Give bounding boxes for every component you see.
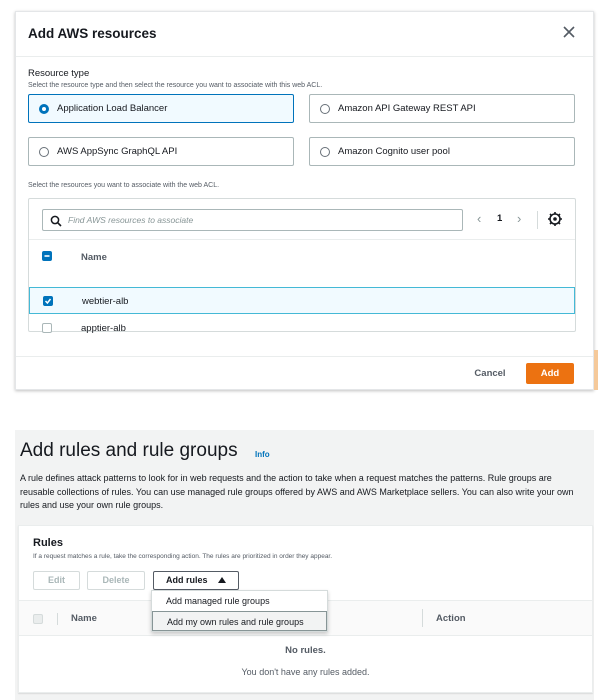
column-header-action[interactable]: Action (436, 613, 466, 624)
add-aws-resources-modal: Add AWS resources Resource type Select t… (15, 11, 594, 390)
search-icon (50, 214, 62, 227)
resource-type-application-load-balancer[interactable]: Application Load Balancer (28, 94, 294, 123)
search-placeholder: Find AWS resources to associate (68, 215, 194, 225)
chevron-right-icon[interactable]: › (517, 211, 521, 226)
resource-type-description: Select the resource type and then select… (28, 82, 323, 89)
close-icon[interactable] (561, 24, 577, 40)
resource-name: apptier-alb (81, 323, 126, 334)
resource-type-label: Application Load Balancer (57, 103, 168, 114)
column-header-name[interactable]: Name (81, 252, 107, 263)
add-button[interactable]: Add (526, 363, 574, 384)
add-rules-dropdown-menu: Add managed rule groups Add my own rules… (151, 590, 328, 632)
empty-state-title: No rules. (285, 645, 326, 656)
row-checkbox-checked[interactable] (43, 296, 53, 306)
chevron-left-icon[interactable]: ‹ (477, 211, 481, 226)
row-checkbox[interactable] (42, 323, 52, 333)
modal-header-divider (16, 56, 593, 57)
modal-footer-divider (16, 356, 593, 357)
select-all-checkbox-disabled[interactable] (33, 614, 43, 624)
column-divider (422, 609, 423, 627)
resource-search-input[interactable]: Find AWS resources to associate (42, 209, 463, 231)
rules-panel-title: Rules (33, 537, 63, 549)
rules-panel-subtitle: If a request matches a rule, take the co… (33, 553, 333, 560)
rules-table-header-divider (19, 635, 592, 636)
resource-type-api-gateway[interactable]: Amazon API Gateway REST API (309, 94, 575, 123)
gear-icon[interactable] (547, 211, 563, 227)
table-header-row: Name (29, 240, 575, 272)
page-title: Add rules and rule groups (20, 440, 238, 461)
resource-type-cognito[interactable]: Amazon Cognito user pool (309, 137, 575, 166)
modal-title: Add AWS resources (28, 26, 157, 41)
radio-icon[interactable] (39, 147, 49, 157)
add-rules-label: Add rules (166, 575, 208, 585)
resource-type-label: Amazon Cognito user pool (338, 146, 450, 157)
rules-description: A rule defines attack patterns to look f… (20, 473, 574, 510)
resources-description: Select the resources you want to associa… (28, 182, 220, 189)
info-link[interactable]: Info (255, 450, 270, 459)
background-edge (594, 350, 598, 390)
column-header-name[interactable]: Name (71, 613, 97, 624)
select-all-checkbox[interactable] (42, 251, 52, 261)
add-rules-button[interactable]: Add rules (153, 571, 239, 590)
cancel-button[interactable]: Cancel (465, 365, 515, 383)
resources-table: Find AWS resources to associate ‹ 1 › Na… (28, 198, 576, 334)
resource-type-label: Amazon API Gateway REST API (338, 103, 476, 114)
resource-name: webtier-alb (82, 296, 129, 307)
empty-state-subtitle: You don't have any rules added. (241, 667, 370, 677)
radio-icon[interactable] (320, 147, 330, 157)
radio-icon[interactable] (320, 104, 330, 114)
resource-type-label: AWS AppSync GraphQL API (57, 146, 178, 157)
pager-divider (537, 211, 538, 229)
table-row[interactable]: webtier-alb (29, 287, 575, 314)
edit-button[interactable]: Edit (33, 571, 80, 590)
column-divider (57, 613, 58, 625)
menu-item-add-managed-rule-groups[interactable]: Add managed rule groups (152, 591, 327, 611)
caret-up-icon (218, 577, 226, 583)
resource-type-label: Resource type (28, 68, 90, 79)
page-number[interactable]: 1 (497, 213, 502, 224)
resource-type-appsync[interactable]: AWS AppSync GraphQL API (28, 137, 294, 166)
radio-selected-icon[interactable] (39, 104, 49, 114)
delete-button[interactable]: Delete (87, 571, 145, 590)
table-row[interactable]: apptier-alb (29, 315, 575, 342)
menu-item-add-own-rules[interactable]: Add my own rules and rule groups (152, 611, 327, 631)
